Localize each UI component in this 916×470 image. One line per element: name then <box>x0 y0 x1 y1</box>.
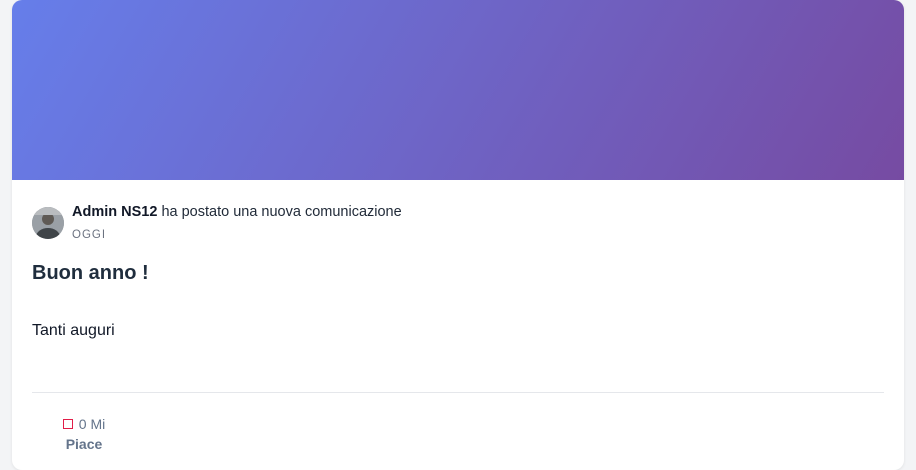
like-button[interactable]: 0 Mi Piace <box>62 416 106 452</box>
like-label: Piace <box>65 436 103 452</box>
author-name[interactable]: Admin NS12 <box>72 204 157 220</box>
post-author-row: Admin NS12 ha postato una nuova comunica… <box>32 204 402 241</box>
post-action-text: ha postato una nuova comunicazione <box>161 204 402 220</box>
post-date: OGGI <box>72 229 107 241</box>
avatar[interactable] <box>32 207 64 239</box>
like-count: 0 Mi <box>78 416 106 432</box>
post-body: Tanti auguri <box>32 322 115 339</box>
heart-icon <box>62 419 73 429</box>
post-title: Buon anno ! <box>32 262 149 284</box>
cover-banner <box>12 0 904 180</box>
post-card: Admin NS12 ha postato una nuova comunica… <box>12 0 904 470</box>
divider <box>32 392 884 393</box>
